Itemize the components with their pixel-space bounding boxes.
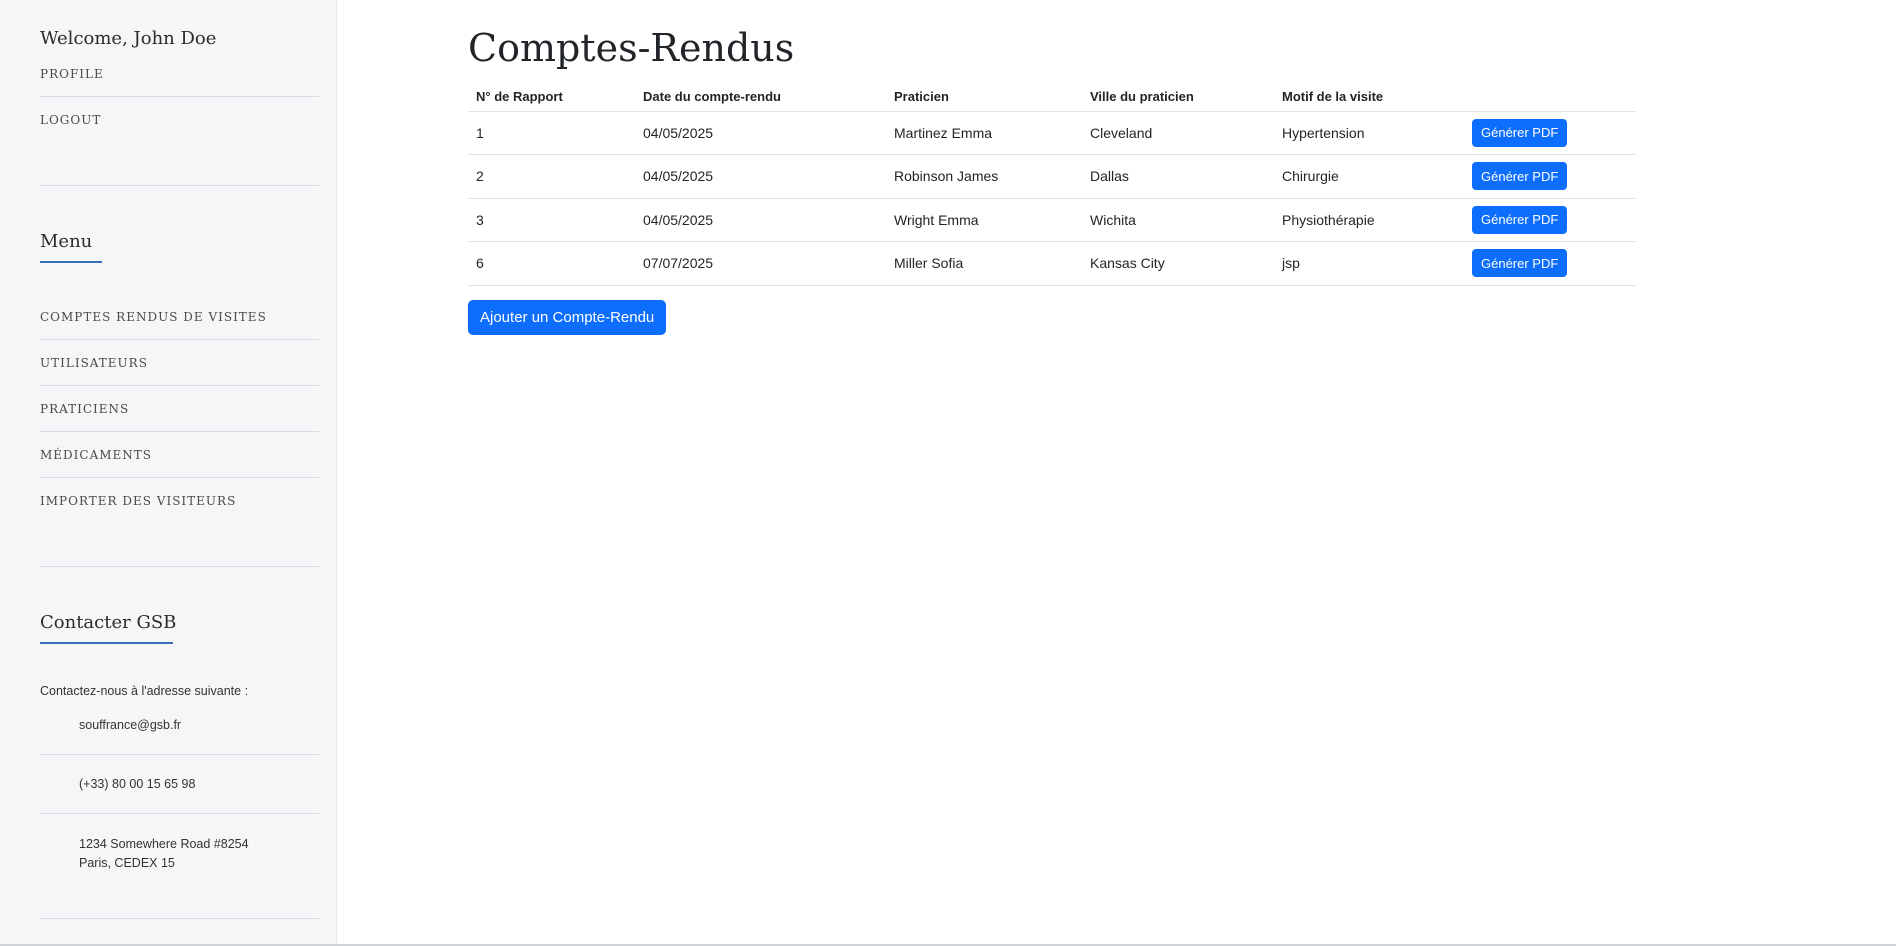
contact-phone: (+33) 80 00 15 65 98 [79, 777, 196, 791]
generate-pdf-button[interactable]: Générer PDF [1472, 205, 1568, 234]
cell-ville: Dallas [1082, 154, 1274, 199]
sidebar: Welcome, John Doe PROFILE LOGOUT Menu CO… [0, 0, 337, 946]
generate-pdf-button[interactable]: Générer PDF [1472, 118, 1568, 147]
contact-address-line1: 1234 Somewhere Road #8254 [79, 837, 249, 851]
cell-actions: Générer PDF [1464, 241, 1636, 286]
divider [40, 566, 319, 567]
reports-table: N° de Rapport Date du compte-rendu Prati… [468, 82, 1636, 286]
divider [40, 96, 319, 97]
cell-praticien: Robinson James [886, 154, 1082, 199]
table-header-row: N° de Rapport Date du compte-rendu Prati… [468, 82, 1636, 112]
table-row: 6 07/07/2025 Miller Sofia Kansas City js… [468, 241, 1636, 286]
col-header-rapport: N° de Rapport [468, 82, 635, 112]
contact-title-underline [40, 642, 173, 644]
col-header-date: Date du compte-rendu [635, 82, 886, 112]
col-header-motif: Motif de la visite [1274, 82, 1464, 112]
page-title: Comptes-Rendus [468, 26, 795, 70]
contact-title: Contacter GSB [40, 612, 177, 633]
menu-item-praticiens[interactable]: PRATICIENS [40, 402, 129, 416]
divider [40, 185, 319, 186]
cell-actions: Générer PDF [1464, 198, 1636, 242]
cell-ville: Wichita [1082, 198, 1274, 242]
divider [40, 339, 319, 340]
logout-link[interactable]: LOGOUT [40, 113, 101, 127]
menu-item-importer-visiteurs[interactable]: IMPORTER DES VISITEURS [40, 494, 236, 508]
menu-item-utilisateurs[interactable]: UTILISATEURS [40, 356, 148, 370]
col-header-actions [1464, 82, 1636, 112]
cell-motif: Hypertension [1274, 111, 1464, 155]
cell-rapport: 3 [468, 198, 635, 242]
col-header-ville: Ville du praticien [1082, 82, 1274, 112]
welcome-text: Welcome, John Doe [40, 28, 217, 49]
cell-praticien: Wright Emma [886, 198, 1082, 242]
generate-pdf-button[interactable]: Générer PDF [1472, 249, 1568, 278]
contact-email[interactable]: souffrance@gsb.fr [79, 716, 181, 735]
cell-date: 04/05/2025 [635, 111, 886, 155]
cell-date: 07/07/2025 [635, 241, 886, 286]
divider [40, 813, 319, 814]
table-row: 3 04/05/2025 Wright Emma Wichita Physiot… [468, 198, 1636, 242]
menu-item-medicaments[interactable]: MÉDICAMENTS [40, 448, 152, 462]
table-row: 1 04/05/2025 Martinez Emma Cleveland Hyp… [468, 111, 1636, 155]
cell-date: 04/05/2025 [635, 154, 886, 199]
cell-motif: Physiothérapie [1274, 198, 1464, 242]
menu-title-underline [40, 261, 102, 263]
cell-praticien: Martinez Emma [886, 111, 1082, 155]
divider [40, 918, 319, 919]
menu-item-comptes-rendus[interactable]: COMPTES RENDUS DE VISITES [40, 310, 267, 324]
cell-ville: Cleveland [1082, 111, 1274, 155]
add-compte-rendu-button[interactable]: Ajouter un Compte-Rendu [468, 300, 667, 335]
cell-rapport: 2 [468, 154, 635, 199]
cell-ville: Kansas City [1082, 241, 1274, 286]
cell-rapport: 1 [468, 111, 635, 155]
cell-date: 04/05/2025 [635, 198, 886, 242]
generate-pdf-button[interactable]: Générer PDF [1472, 162, 1568, 191]
divider [40, 754, 319, 755]
menu-title: Menu [40, 231, 93, 252]
profile-link[interactable]: PROFILE [40, 67, 104, 81]
divider [40, 385, 319, 386]
cell-actions: Générer PDF [1464, 111, 1636, 155]
cell-rapport: 6 [468, 241, 635, 286]
col-header-praticien: Praticien [886, 82, 1082, 112]
divider [40, 477, 319, 478]
table-row: 2 04/05/2025 Robinson James Dallas Chiru… [468, 154, 1636, 199]
cell-actions: Générer PDF [1464, 154, 1636, 199]
contact-intro: Contactez-nous à l'adresse suivante : [40, 684, 249, 698]
contact-address-line2: Paris, CEDEX 15 [79, 856, 175, 870]
divider [40, 431, 319, 432]
cell-praticien: Miller Sofia [886, 241, 1082, 286]
cell-motif: Chirurgie [1274, 154, 1464, 199]
cell-motif: jsp [1274, 241, 1464, 286]
